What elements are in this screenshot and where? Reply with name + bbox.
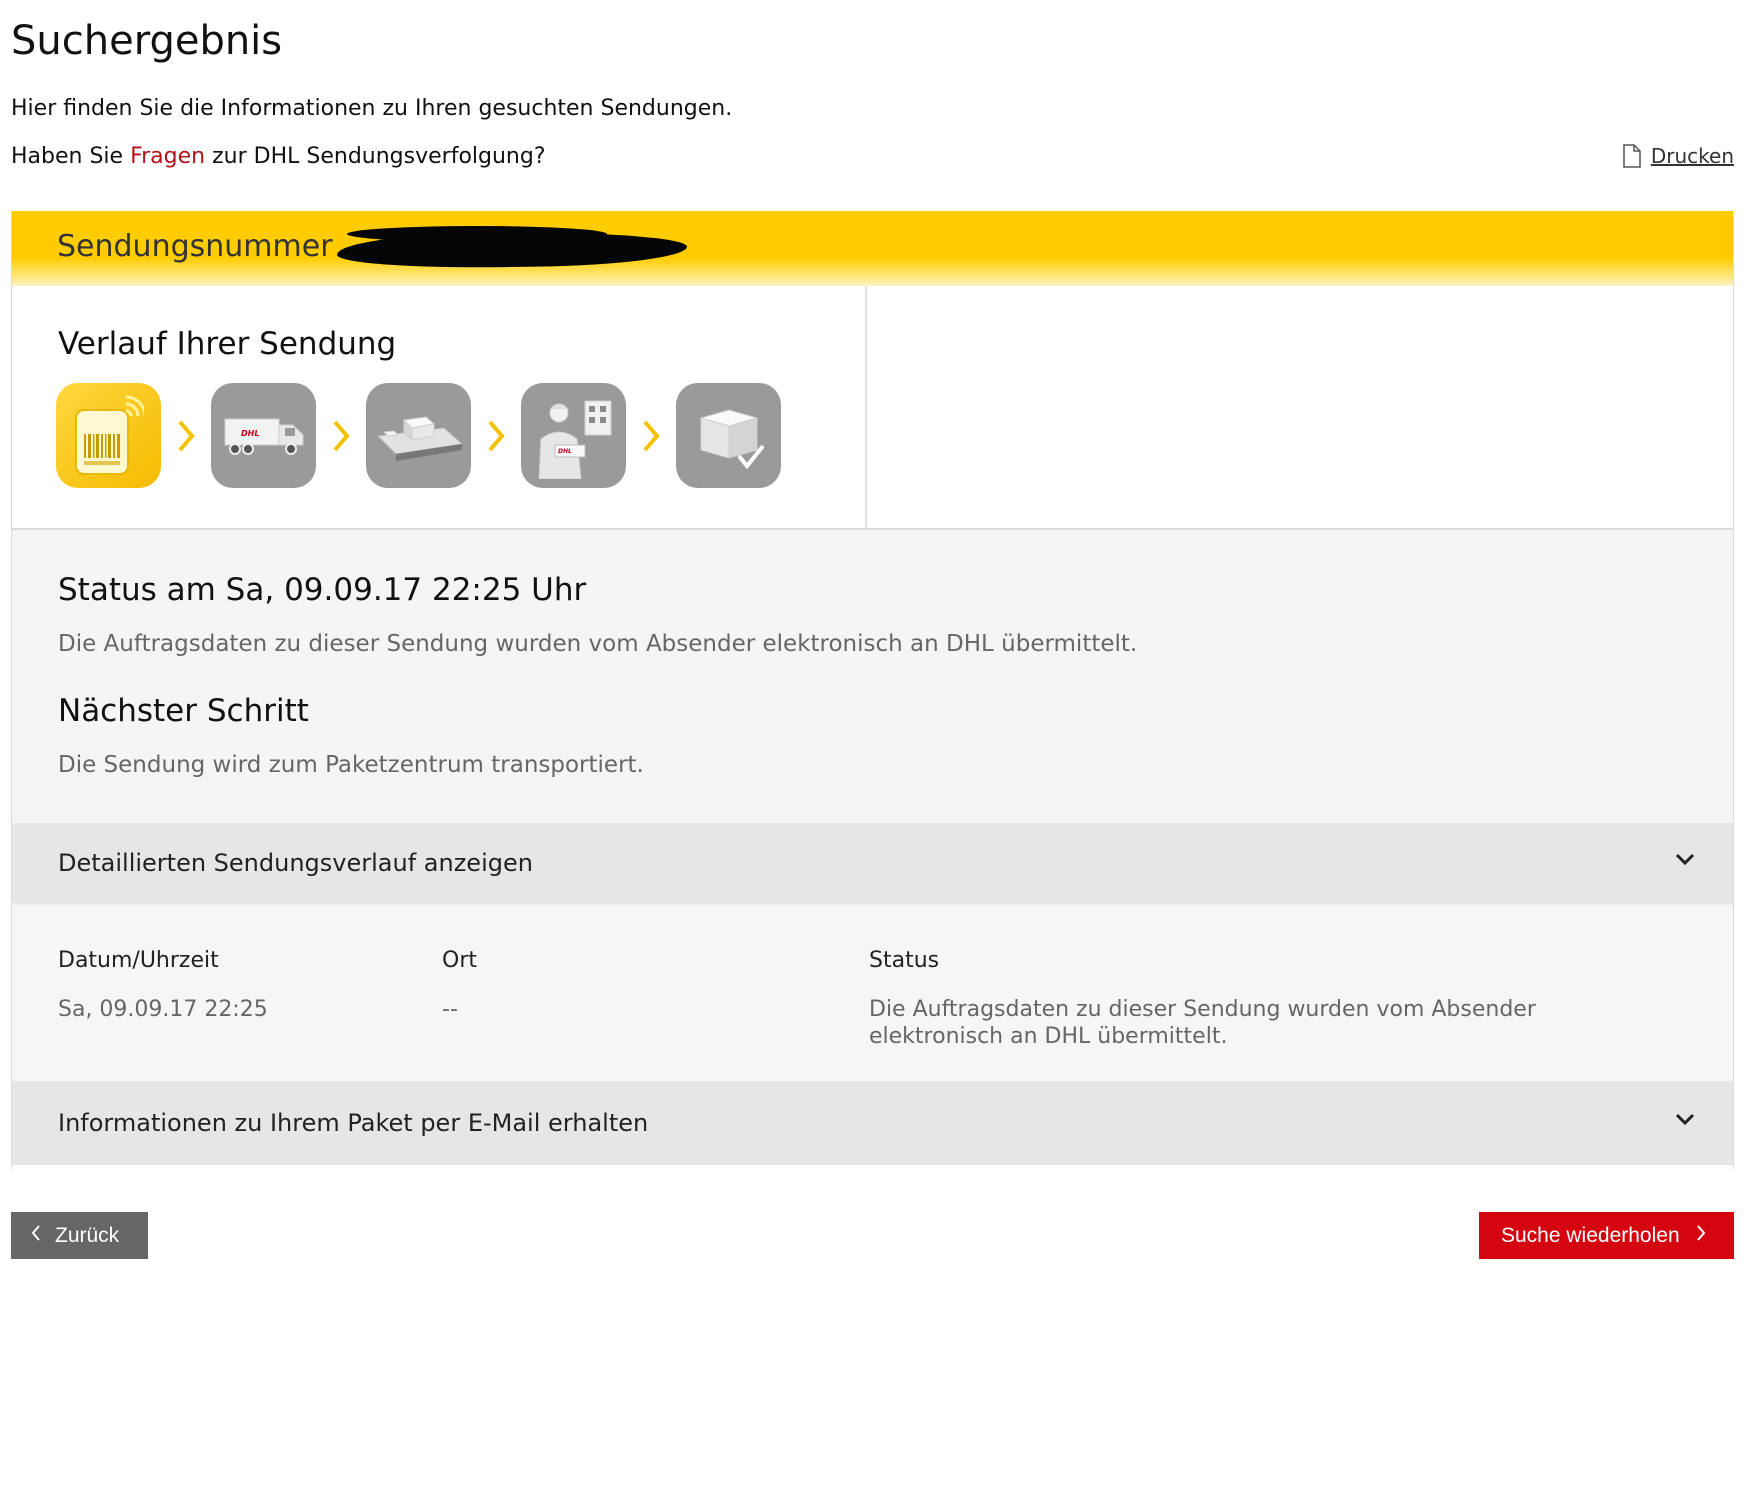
step-chevron-icon bbox=[161, 419, 211, 453]
back-button[interactable]: Zurück bbox=[11, 1212, 148, 1259]
delivered-parcel-check-icon bbox=[676, 383, 781, 488]
detailed-history-toggle[interactable]: Detaillierten Sendungsverlauf anzeigen bbox=[12, 823, 1733, 903]
status-section: Status am Sa, 09.09.17 22:25 Uhr Die Auf… bbox=[12, 530, 1733, 823]
page-title: Suchergebnis bbox=[11, 18, 283, 64]
detailed-history-label[interactable]: Detaillierten Sendungsverlauf anzeigen bbox=[58, 849, 533, 877]
status-title: Status am Sa, 09.09.17 22:25 Uhr bbox=[58, 572, 587, 608]
question-suffix: zur DHL Sendungsverfolgung? bbox=[212, 144, 546, 169]
chevron-down-icon[interactable] bbox=[1675, 1111, 1695, 1130]
progress-panel: Verlauf Ihrer Sendung DHL DHL bbox=[12, 286, 1733, 530]
email-info-toggle[interactable]: Informationen zu Ihrem Paket per E-Mail … bbox=[12, 1081, 1733, 1165]
faq-link[interactable]: Fragen bbox=[130, 144, 205, 169]
progress-title: Verlauf Ihrer Sendung bbox=[58, 326, 397, 362]
courier-delivery-icon: DHL bbox=[521, 383, 626, 488]
back-button-label[interactable]: Zurück bbox=[55, 1224, 119, 1248]
step-chevron-icon bbox=[626, 419, 676, 453]
next-step-text: Die Sendung wird zum Paketzentrum transp… bbox=[58, 752, 644, 778]
history-datetime: Sa, 09.09.17 22:25 bbox=[58, 997, 268, 1022]
question-prefix: Haben Sie bbox=[11, 144, 124, 169]
dhl-truck-icon: DHL bbox=[211, 383, 316, 488]
intro-text: Hier finden Sie die Informationen zu Ihr… bbox=[11, 96, 733, 121]
column-header-status: Status bbox=[869, 948, 940, 973]
status-text: Die Auftragsdaten zu dieser Sendung wurd… bbox=[58, 631, 1138, 657]
panel-divider bbox=[865, 286, 867, 528]
document-icon bbox=[1623, 144, 1641, 168]
shipment-card: Sendungsnummer Verlauf Ihrer Sendung DHL… bbox=[11, 211, 1734, 1169]
chevron-left-icon bbox=[31, 1224, 41, 1248]
repeat-search-label[interactable]: Suche wiederholen bbox=[1501, 1224, 1680, 1248]
svg-text:DHL: DHL bbox=[241, 429, 259, 438]
svg-text:DHL: DHL bbox=[558, 448, 572, 455]
history-table: Datum/Uhrzeit Ort Status Sa, 09.09.17 22… bbox=[12, 903, 1733, 1081]
email-info-label[interactable]: Informationen zu Ihrem Paket per E-Mail … bbox=[58, 1109, 648, 1137]
repeat-search-button[interactable]: Suche wiederholen bbox=[1479, 1212, 1734, 1259]
progress-steps: DHL DHL bbox=[56, 383, 781, 488]
print-link[interactable]: Drucken bbox=[1623, 144, 1734, 168]
print-label[interactable]: Drucken bbox=[1651, 144, 1734, 168]
step-chevron-icon bbox=[471, 419, 521, 453]
history-location: -- bbox=[442, 997, 458, 1022]
chevron-right-icon bbox=[1696, 1224, 1706, 1248]
column-header-location: Ort bbox=[442, 948, 477, 973]
parcel-center-conveyor-icon bbox=[366, 383, 471, 488]
next-step-title: Nächster Schritt bbox=[58, 693, 309, 729]
faq-question: Haben Sie Fragen zur DHL Sendungsverfolg… bbox=[11, 144, 546, 169]
shipment-number-banner: Sendungsnummer bbox=[12, 211, 1733, 286]
barcode-label-icon bbox=[56, 383, 161, 488]
step-chevron-icon bbox=[316, 419, 366, 453]
shipment-number-label: Sendungsnummer bbox=[57, 229, 333, 264]
column-header-datetime: Datum/Uhrzeit bbox=[58, 948, 219, 973]
chevron-down-icon[interactable] bbox=[1675, 851, 1695, 870]
history-status: Die Auftragsdaten zu dieser Sendung wurd… bbox=[869, 997, 1536, 1049]
